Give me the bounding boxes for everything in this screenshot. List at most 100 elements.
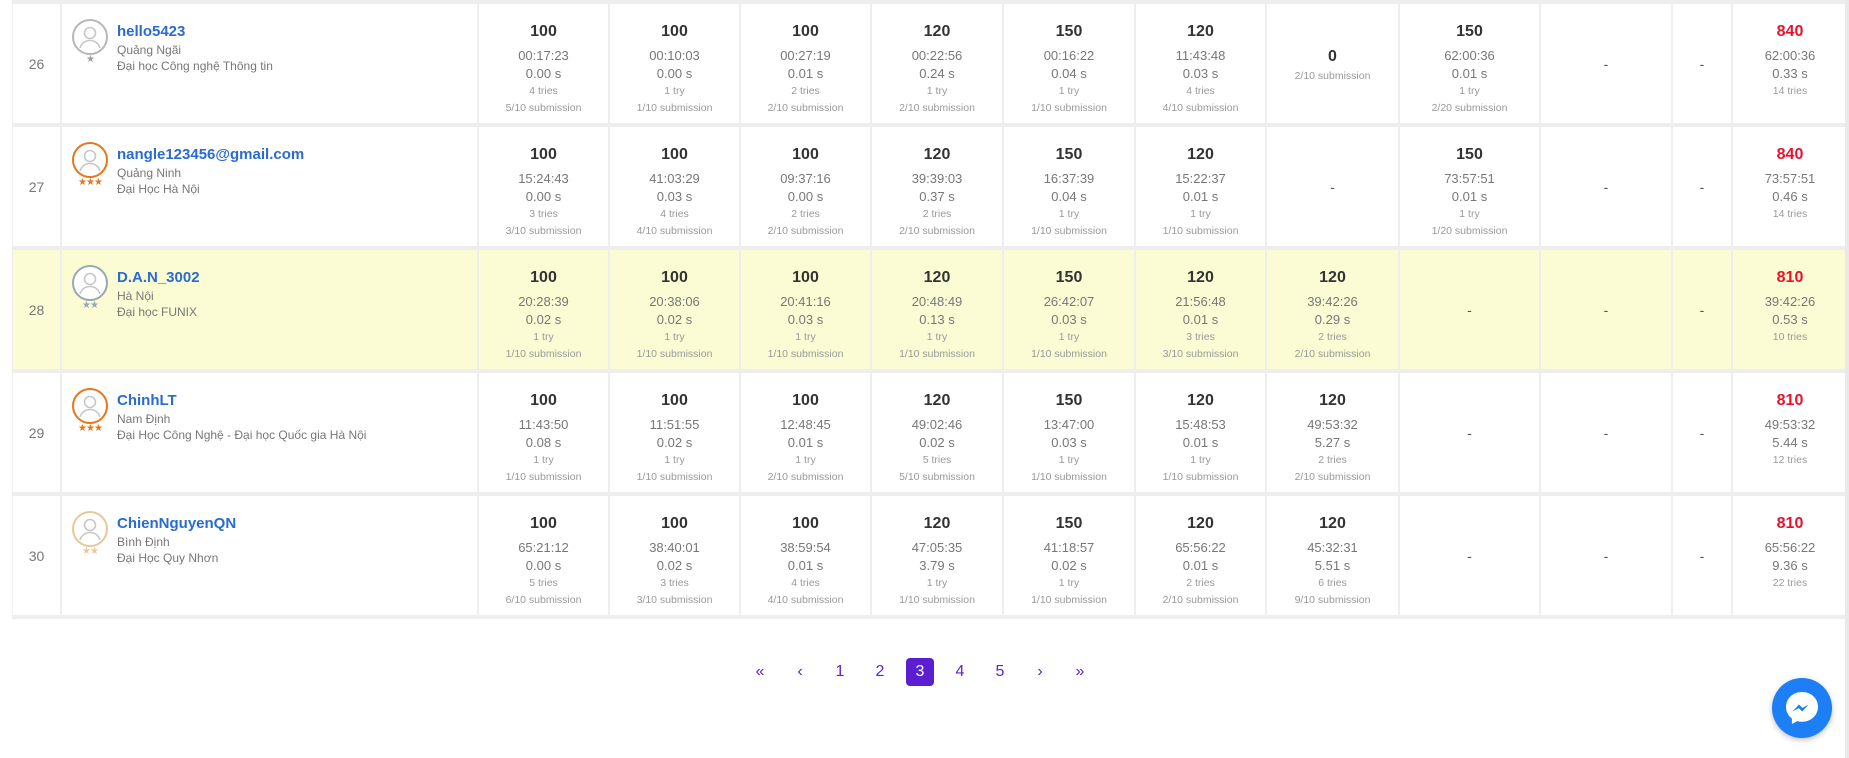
problem-cell[interactable]: 120 21:56:48 0.01 s 3 tries 3/10 submiss… (1136, 250, 1267, 373)
page-3-button[interactable]: 3 (906, 658, 934, 686)
problem-cell[interactable]: 120 65:56:22 0.01 s 2 tries 2/10 submiss… (1136, 496, 1267, 619)
avatar[interactable] (72, 388, 108, 424)
problem-cell[interactable]: 100 65:21:12 0.00 s 5 tries 6/10 submiss… (479, 496, 610, 619)
problem-cell[interactable]: - (1541, 0, 1673, 127)
rank-cell: 27 (12, 127, 62, 250)
problem-cell[interactable]: 150 00:16:22 0.04 s 1 try 1/10 submissio… (1004, 0, 1136, 127)
problem-cell[interactable]: - (1673, 496, 1733, 619)
problem-cell[interactable]: - (1541, 127, 1673, 250)
problem-cell[interactable]: 100 00:27:19 0.01 s 2 tries 2/10 submiss… (741, 0, 872, 127)
total-cell: 840 62:00:36 0.33 s 14 tries (1733, 0, 1849, 127)
problem-cell[interactable]: - (1673, 373, 1733, 496)
problem-cell[interactable]: - (1267, 127, 1400, 250)
problem-cell[interactable]: 100 15:24:43 0.00 s 3 tries 3/10 submiss… (479, 127, 610, 250)
problem-cell[interactable]: 150 41:18:57 0.02 s 1 try 1/10 submissio… (1004, 496, 1136, 619)
problem-cell[interactable]: 100 20:38:06 0.02 s 1 try 1/10 submissio… (610, 250, 741, 373)
page-scrollbar[interactable] (1845, 0, 1849, 758)
problem-cell[interactable]: 0 2/10 submission (1267, 0, 1400, 127)
run-time: 0.01 s (1451, 189, 1488, 204)
problem-cell[interactable]: 120 45:32:31 5.51 s 6 tries 9/10 submiss… (1267, 496, 1400, 619)
problem-cell[interactable]: 100 38:40:01 0.02 s 3 tries 3/10 submiss… (610, 496, 741, 619)
try-count: 1 try (926, 331, 948, 343)
problem-cell[interactable]: 120 49:02:46 0.02 s 5 tries 5/10 submiss… (872, 373, 1004, 496)
problem-score: 150 (1055, 23, 1083, 40)
page-5-button[interactable]: 5 (986, 658, 1014, 686)
submission-count: 1/10 submission (505, 348, 582, 360)
user-info: hello5423 Quảng Ngãi Đại học Công nghệ T… (117, 22, 273, 74)
run-time: 0.00 s (525, 189, 562, 204)
problem-cell[interactable]: 120 47:05:35 3.79 s 1 try 1/10 submissio… (872, 496, 1004, 619)
page-last-button[interactable]: » (1066, 658, 1094, 686)
problem-cell[interactable]: 150 26:42:07 0.03 s 1 try 1/10 submissio… (1004, 250, 1136, 373)
problem-cell[interactable]: 100 12:48:45 0.01 s 1 try 2/10 submissio… (741, 373, 872, 496)
problem-cell[interactable]: - (1400, 373, 1541, 496)
page-next-button[interactable]: › (1026, 658, 1054, 686)
problem-cell[interactable]: 120 11:43:48 0.03 s 4 tries 4/10 submiss… (1136, 0, 1267, 127)
problem-cell[interactable]: - (1541, 373, 1673, 496)
problem-cell[interactable]: - (1673, 127, 1733, 250)
problem-cell[interactable]: 100 41:03:29 0.03 s 4 tries 4/10 submiss… (610, 127, 741, 250)
messenger-chat-button[interactable] (1772, 678, 1832, 738)
user-location: Hà Nội (117, 289, 154, 303)
avatar[interactable] (72, 142, 108, 178)
solve-time: 45:32:31 (1307, 540, 1358, 555)
problem-cell[interactable]: 120 15:22:37 0.01 s 1 try 1/10 submissio… (1136, 127, 1267, 250)
problem-score: 120 (923, 23, 951, 40)
solve-time: 12:48:45 (780, 417, 831, 432)
problem-cell[interactable]: 120 15:48:53 0.01 s 1 try 1/10 submissio… (1136, 373, 1267, 496)
page-1-button[interactable]: 1 (826, 658, 854, 686)
username-link[interactable]: hello5423 (117, 22, 273, 42)
try-count: 3 tries (529, 208, 558, 220)
page-prev-button[interactable]: ‹ (786, 658, 814, 686)
problem-cell[interactable]: 100 20:41:16 0.03 s 1 try 1/10 submissio… (741, 250, 872, 373)
problem-cell[interactable]: 100 38:59:54 0.01 s 4 tries 4/10 submiss… (741, 496, 872, 619)
problem-cell[interactable]: 150 73:57:51 0.01 s 1 try 1/20 submissio… (1400, 127, 1541, 250)
leaderboard-table: 26 ★ hello5423 Quảng Ngãi Đại học Công n… (12, 0, 1849, 619)
problem-cell[interactable]: 150 62:00:36 0.01 s 1 try 2/20 submissio… (1400, 0, 1541, 127)
try-count: 1 try (1459, 208, 1480, 220)
problem-cell[interactable]: 100 00:17:23 0.00 s 4 tries 5/10 submiss… (479, 0, 610, 127)
run-time: 0.02 s (656, 558, 693, 573)
problem-cell[interactable]: 120 20:48:49 0.13 s 1 try 1/10 submissio… (872, 250, 1004, 373)
problem-cell[interactable]: - (1673, 250, 1733, 373)
submission-count: 4/10 submission (767, 594, 844, 606)
user-cell: ★★ ChienNguyenQN Bình Định Đại Học Quy N… (62, 496, 479, 619)
submission-count: 1/10 submission (1031, 471, 1107, 483)
username-link[interactable]: D.A.N_3002 (117, 268, 200, 288)
problem-cell[interactable]: 120 49:53:32 5.27 s 2 tries 2/10 submiss… (1267, 373, 1400, 496)
problem-cell[interactable]: 120 39:42:26 0.29 s 2 tries 2/10 submiss… (1267, 250, 1400, 373)
run-time: 0.04 s (1051, 189, 1087, 204)
page-first-button[interactable]: « (746, 658, 774, 686)
problem-cell[interactable]: - (1673, 0, 1733, 127)
problem-cell[interactable]: 100 09:37:16 0.00 s 2 tries 2/10 submiss… (741, 127, 872, 250)
username-link[interactable]: ChienNguyenQN (117, 514, 236, 534)
page-2-button[interactable]: 2 (866, 658, 894, 686)
problem-cell[interactable]: 120 00:22:56 0.24 s 1 try 2/10 submissio… (872, 0, 1004, 127)
messenger-icon (1786, 692, 1818, 724)
submission-count: 3/10 submission (636, 594, 713, 606)
problem-cell[interactable]: 100 20:28:39 0.02 s 1 try 1/10 submissio… (479, 250, 610, 373)
avatar[interactable] (72, 511, 108, 547)
avatar[interactable] (72, 265, 108, 301)
empty-result: - (1699, 547, 1705, 564)
try-count: 6 tries (1318, 577, 1347, 589)
user-location: Bình Định (117, 535, 170, 549)
avatar[interactable] (72, 19, 108, 55)
username-link[interactable]: ChinhLT (117, 391, 366, 411)
empty-result: - (1603, 301, 1609, 318)
problem-cell[interactable]: 100 11:43:50 0.08 s 1 try 1/10 submissio… (479, 373, 610, 496)
problem-cell[interactable]: - (1541, 250, 1673, 373)
solve-time: 65:21:12 (518, 540, 569, 555)
problem-cell[interactable]: - (1400, 250, 1541, 373)
problem-cell[interactable]: 100 11:51:55 0.02 s 1 try 1/10 submissio… (610, 373, 741, 496)
total-tries: 14 tries (1772, 85, 1808, 97)
problem-cell[interactable]: - (1400, 496, 1541, 619)
problem-cell[interactable]: 150 13:47:00 0.03 s 1 try 1/10 submissio… (1004, 373, 1136, 496)
problem-score: 100 (530, 146, 557, 163)
problem-cell[interactable]: 150 16:37:39 0.04 s 1 try 1/10 submissio… (1004, 127, 1136, 250)
username-link[interactable]: nangle123456@gmail.com (117, 145, 304, 165)
problem-cell[interactable]: 100 00:10:03 0.00 s 1 try 1/10 submissio… (610, 0, 741, 127)
problem-cell[interactable]: - (1541, 496, 1673, 619)
page-4-button[interactable]: 4 (946, 658, 974, 686)
problem-cell[interactable]: 120 39:39:03 0.37 s 2 tries 2/10 submiss… (872, 127, 1004, 250)
